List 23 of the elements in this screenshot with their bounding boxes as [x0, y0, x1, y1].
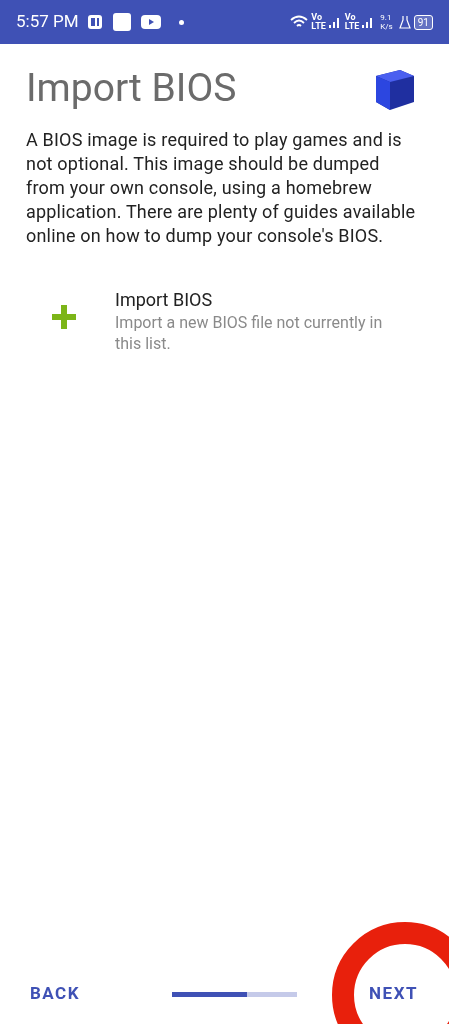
- plus-icon: [52, 305, 76, 329]
- network-label: LTE: [344, 22, 360, 31]
- description: A BIOS image is required to play games and is not optional. This image should be dumped from your own console, using a homebrew application. There are plenty of guides available online on how to dump your console's BIOS.: [25, 128, 417, 248]
- speed-value: 9.1: [380, 13, 393, 22]
- video-icon: [140, 15, 161, 29]
- flask-icon: [398, 15, 411, 29]
- page-title: Import BIOS: [26, 64, 237, 112]
- network-label: Vo: [344, 13, 357, 22]
- clock: 5:57 PM: [16, 10, 79, 34]
- app-icon: [86, 14, 103, 30]
- signal-icon: [328, 16, 341, 28]
- network-label: LTE: [311, 22, 326, 31]
- app-icon: [112, 13, 131, 31]
- signal-icon: [362, 16, 375, 28]
- back-button[interactable]: BACK: [30, 981, 81, 1007]
- speed-unit: K/s: [380, 22, 393, 31]
- import-bios-item[interactable]: Import BIOS Import a new BIOS file not currently in this list.: [0, 288, 449, 354]
- next-button[interactable]: NEXT: [369, 981, 418, 1007]
- battery-indicator: 91: [413, 14, 433, 30]
- item-title: Import BIOS: [115, 288, 214, 312]
- wifi-icon: [290, 15, 309, 29]
- item-subtitle: Import a new BIOS file not currently in this list.: [115, 312, 384, 354]
- network-label: Vo: [311, 13, 324, 22]
